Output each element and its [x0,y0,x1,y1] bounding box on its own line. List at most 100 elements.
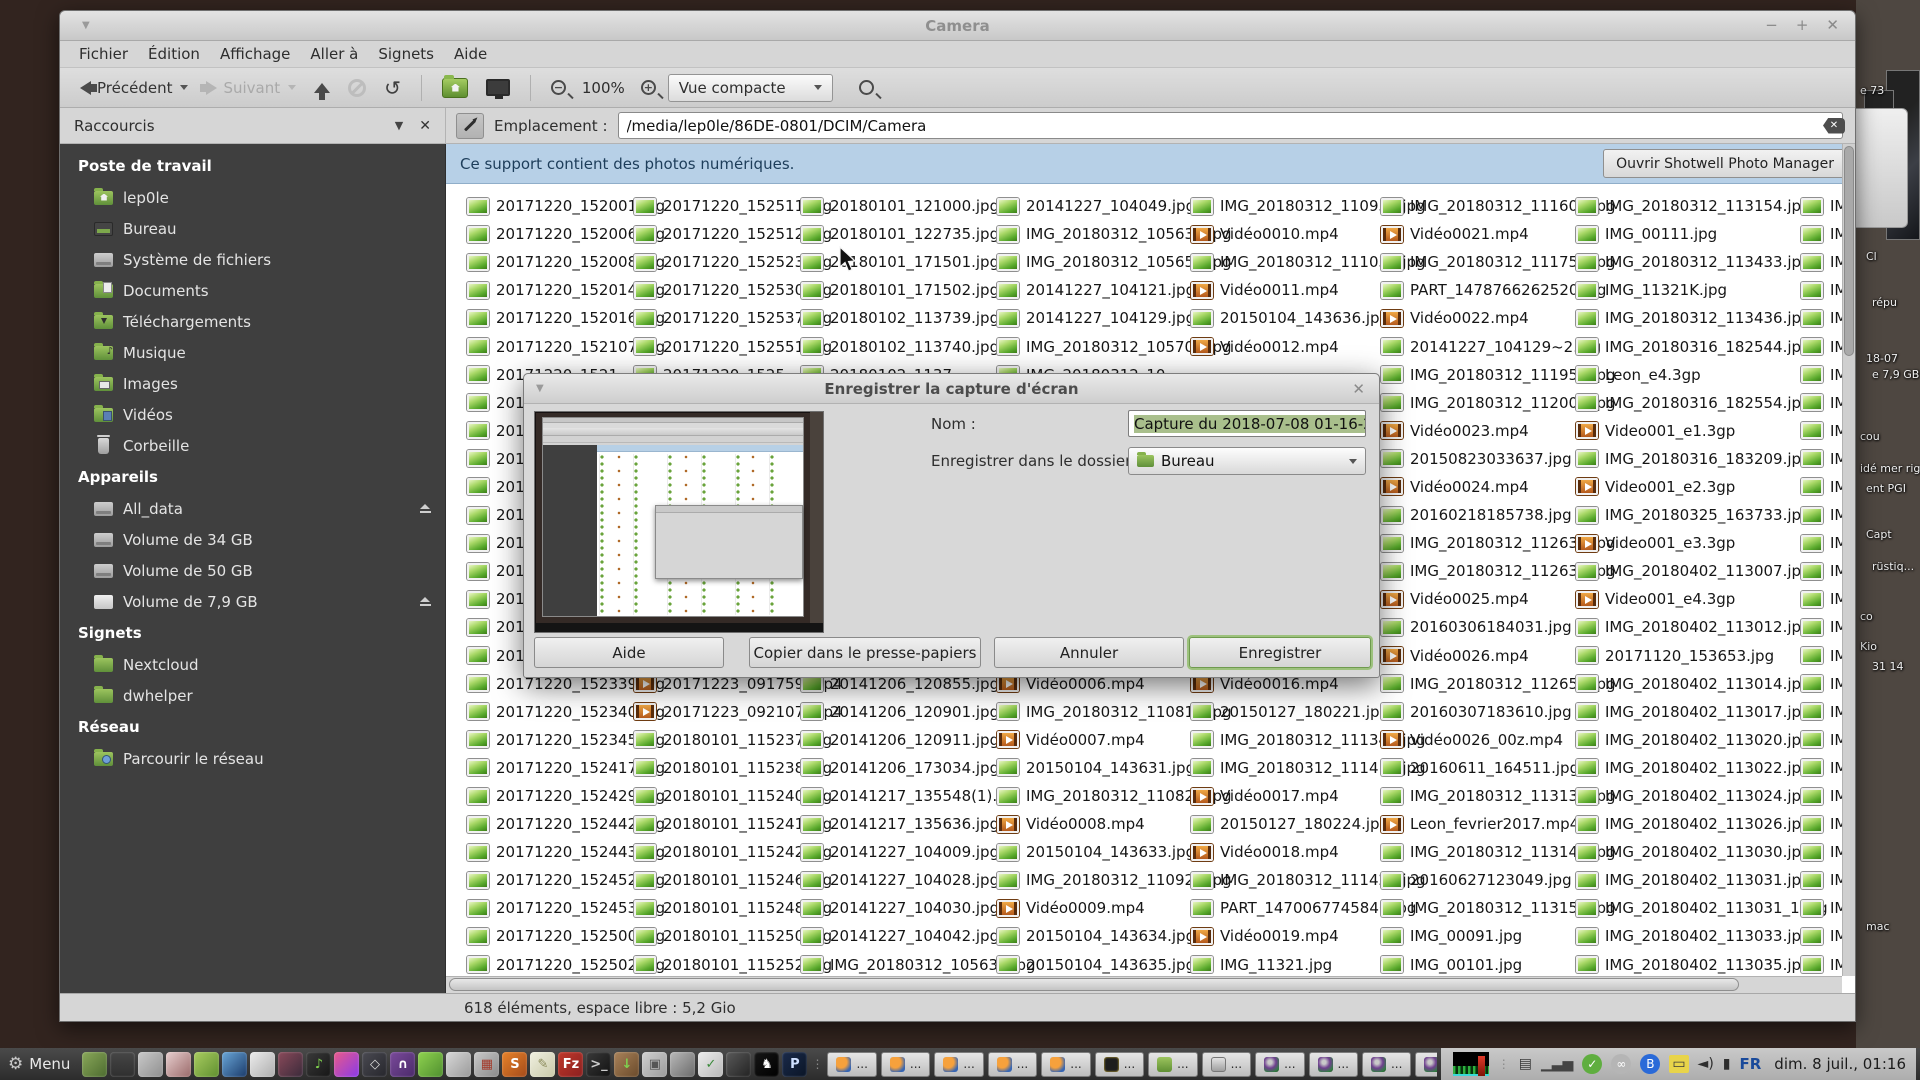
file-item[interactable]: Video001_e3.3gp [1576,529,1828,557]
file-item[interactable]: IMG_20180402_113020.jpg [1576,726,1828,754]
launcher-p-app[interactable]: P [782,1052,807,1077]
file-item[interactable]: IMG_00111.jpg [1576,220,1828,248]
window-list-button-3[interactable]: ... [988,1052,1037,1077]
launcher-chess-horse[interactable]: ♞ [754,1052,779,1077]
tray-shield-updates-icon[interactable]: ✓ [1582,1054,1602,1074]
launcher-molecules[interactable] [418,1052,443,1077]
launcher-document-viewer[interactable] [250,1052,275,1077]
file-item[interactable]: IMG_20180402_113017.jpg [1576,698,1828,726]
menu-item-0[interactable]: Fichier [69,42,138,66]
zoom-out-button[interactable]: − [545,76,572,99]
desktop-folder-icon[interactable] [1856,108,1908,228]
window-list-button-7[interactable]: ... [1202,1052,1251,1077]
sidebar-item-documents[interactable]: Documents [60,275,445,306]
forward-button[interactable]: Suivant [200,75,302,101]
menu-item-2[interactable]: Affichage [210,42,300,66]
close-icon[interactable]: ✕ [1826,18,1839,33]
tray-display-warning-icon[interactable]: ▭ [1669,1055,1688,1073]
file-item[interactable]: IMG_20180402_113026.jpg [1576,810,1828,838]
file-item[interactable]: Leon_e4.3gp [1576,361,1828,389]
computer-button[interactable] [480,75,516,100]
window-titlebar[interactable]: ▼ Camera − + ✕ [60,11,1855,41]
sidebar-item-t-l-chargements[interactable]: Téléchargements [60,306,445,337]
file-item[interactable]: IMG_20180402_113024.jpg [1576,782,1828,810]
view-mode-select[interactable]: Vue compacte [668,74,833,102]
window-list-button-2[interactable]: ... [934,1052,983,1077]
zoom-in-button[interactable]: + [635,76,662,99]
launcher-sphere-app[interactable] [670,1052,695,1077]
home-button[interactable] [436,74,474,102]
launcher-headphones-audio[interactable]: ∩ [390,1052,415,1077]
menu-item-4[interactable]: Signets [368,42,444,66]
tray-bluetooth-icon[interactable]: B [1640,1054,1660,1074]
launcher-screwdriver-tool[interactable] [446,1052,471,1077]
file-item[interactable]: IMG_20180402_113033.jpg [1576,922,1828,950]
launcher-archive-manager[interactable]: ▣ [642,1052,667,1077]
tray-computer-icon[interactable]: ▤ [1519,1056,1532,1072]
launcher-unity[interactable]: ◇ [362,1052,387,1077]
file-item[interactable]: IMG_20180316_182544.jpg [1576,332,1828,360]
back-history-caret-icon[interactable] [180,85,188,90]
file-item[interactable]: IMG_20180402_113014.jpg [1576,670,1828,698]
filename-input[interactable]: Capture du 2018-07-08 01-16-21.png [1128,410,1366,437]
copy-to-clipboard-button[interactable]: Copier dans le presse-papiers [749,637,981,668]
window-list-button-0[interactable]: ... [827,1052,876,1077]
menu-item-1[interactable]: Édition [138,42,210,66]
tray-power-icon[interactable]: ▮ [1723,1056,1731,1072]
menu-item-3[interactable]: Aller à [300,42,368,66]
launcher-music-player[interactable]: ♪ [306,1052,331,1077]
file-item[interactable]: IMG_20180312_113154.jpg [1576,192,1828,220]
launcher-notes[interactable]: ✎ [530,1052,555,1077]
dialog-close-icon[interactable]: ✕ [1352,380,1365,398]
tray-volume-icon[interactable]: ◄) [1698,1056,1714,1072]
file-item[interactable]: IMG_20180402_113030.jpg [1576,838,1828,866]
help-button[interactable]: Aide [534,637,724,668]
mint-menu-button[interactable]: ⚙ Menu [4,1054,78,1074]
file-item[interactable]: IMG_20180402_113031_1.jpg [1576,894,1828,922]
sidebar-mode-caret-icon[interactable]: ▼ [395,119,403,132]
sidebar-close-icon[interactable]: ✕ [419,118,431,134]
launcher-green-disc[interactable] [194,1052,219,1077]
horizontal-scrollbar-thumb[interactable] [449,978,1739,991]
window-list-button-8[interactable]: ... [1255,1052,1304,1077]
file-item[interactable]: Video001_e1.3gp [1576,417,1828,445]
launcher-time-tracker[interactable]: ✓ [698,1052,723,1077]
window-list-button-4[interactable]: ... [1041,1052,1090,1077]
window-list-button-11[interactable]: ... [1415,1052,1436,1077]
stop-button[interactable] [342,75,372,101]
tray-signal-bars-icon[interactable]: ▁▃▅ [1541,1056,1573,1072]
file-item[interactable]: Video001_e4.3gp [1576,585,1828,613]
launcher-calculator[interactable]: ▦ [474,1052,499,1077]
launcher-dark-orb[interactable] [726,1052,751,1077]
location-input[interactable] [618,112,1844,139]
launcher-blue-orb[interactable] [222,1052,247,1077]
horizontal-scrollbar[interactable] [446,976,1842,993]
launcher-photo-manager[interactable] [334,1052,359,1077]
sidebar-item-bureau[interactable]: Bureau [60,213,445,244]
save-button[interactable]: Enregistrer [1189,637,1371,668]
file-item[interactable]: IMG_20180316_182554.jpg [1576,389,1828,417]
window-list-button-1[interactable]: ... [881,1052,930,1077]
launcher-messenger-face[interactable] [138,1052,163,1077]
open-shotwell-button[interactable]: Ouvrir Shotwell Photo Manager [1603,149,1847,178]
folder-select[interactable]: Bureau [1128,447,1366,475]
launcher-firefox[interactable] [110,1052,135,1077]
sidebar-item-dwhelper[interactable]: dwhelper [60,680,445,711]
file-item[interactable]: IMG_20180316_183209.jpg [1576,445,1828,473]
edit-location-toggle[interactable] [456,113,484,139]
dialog-titlebar[interactable]: ▼ Enregistrer la capture d'écran ✕ [524,374,1379,404]
launcher-package-installer[interactable]: ↓ [614,1052,639,1077]
sidebar-item-volume-de-34-gb[interactable]: Volume de 34 GB [60,524,445,555]
file-item[interactable]: IMG_20180402_113035.jpg [1576,951,1828,979]
sidebar-item-corbeille[interactable]: Corbeille [60,430,445,461]
clock[interactable]: dim. 8 juil., 01:16 [1770,1055,1906,1073]
sidebar-item-nextcloud[interactable]: Nextcloud [60,649,445,680]
system-monitor-applet[interactable] [1453,1052,1489,1076]
file-item[interactable]: IMG_20180402_113022.jpg [1576,754,1828,782]
maximize-icon[interactable]: + [1796,18,1809,33]
vertical-scrollbar-thumb[interactable] [1844,146,1854,356]
tray-owncloud-icon[interactable]: ∞ [1611,1054,1631,1074]
sidebar-item-volume-de-50-gb[interactable]: Volume de 50 GB [60,555,445,586]
window-list-button-9[interactable]: ... [1309,1052,1358,1077]
sidebar-item-volume-de-7-9-gb[interactable]: Volume de 7,9 GB [60,586,445,617]
